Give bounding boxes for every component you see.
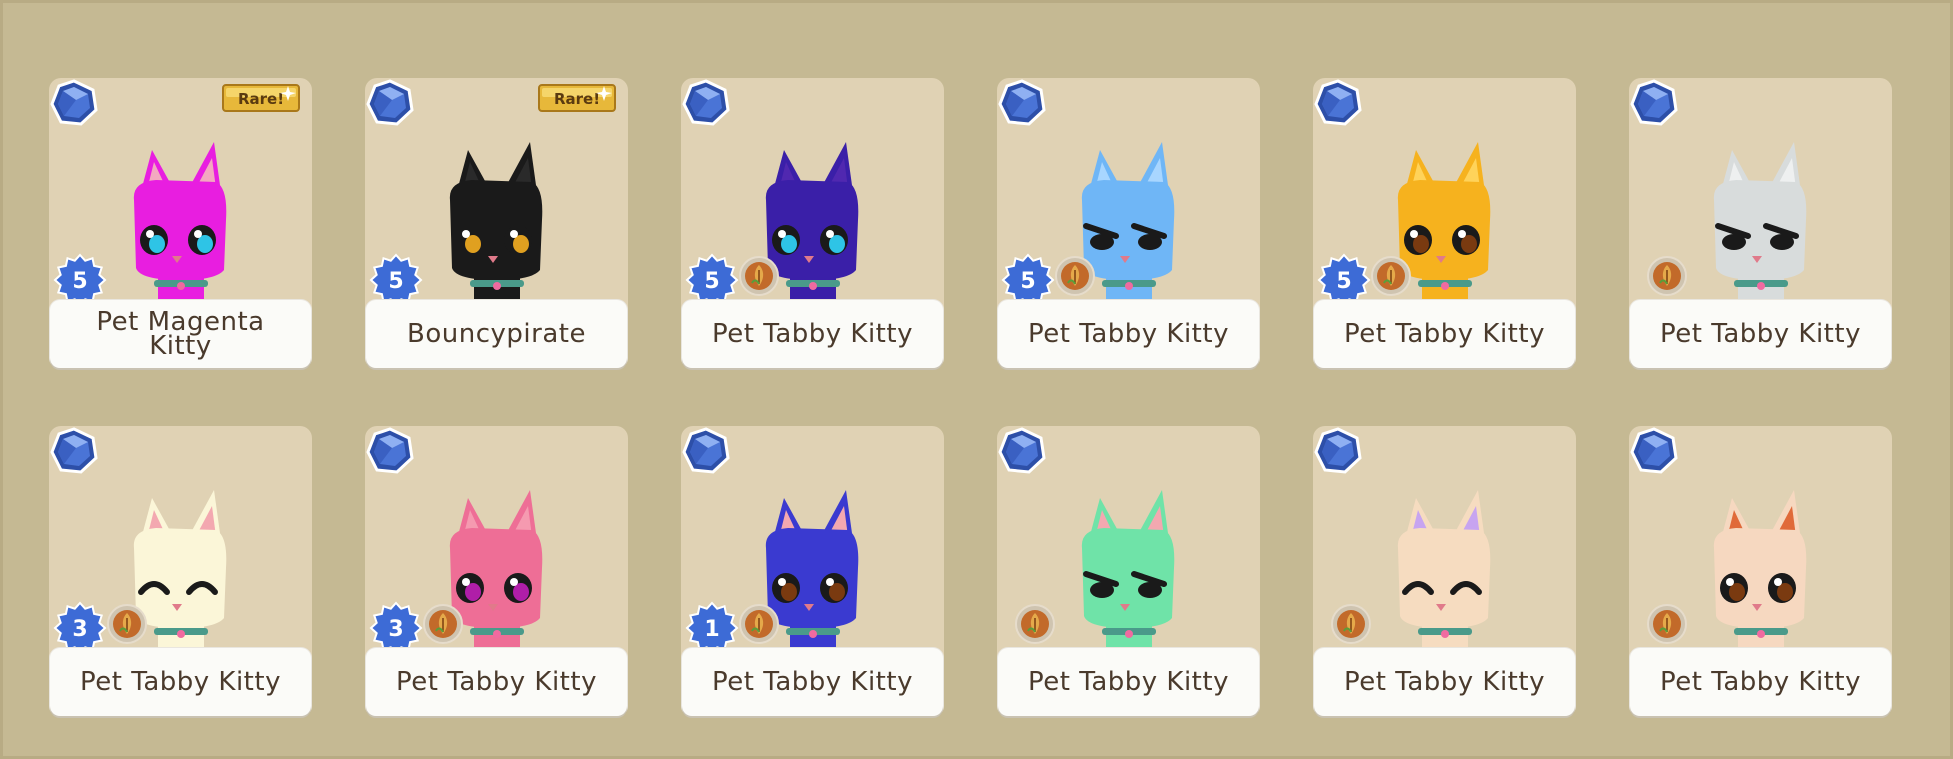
gem-icon — [1313, 426, 1363, 476]
level-badge: 5 — [369, 253, 423, 307]
pet-card[interactable]: 5 Pet Tabby Kitty — [997, 78, 1260, 368]
pet-name: Pet Tabby Kitty — [1028, 667, 1229, 697]
magenta-kitty-icon — [106, 130, 256, 310]
pet-name: Pet Tabby Kitty — [712, 319, 913, 349]
pet-card[interactable]: Pet Tabby Kitty — [1313, 426, 1576, 716]
level-badge: 5 — [685, 253, 739, 307]
pet-card[interactable]: 1 Pet Tabby Kitty — [681, 426, 944, 716]
gem-icon — [1313, 78, 1363, 128]
pet-name: Pet Tabby Kitty — [712, 667, 913, 697]
gem-icon — [49, 78, 99, 128]
pet-name-label: Pet Tabby Kitty — [1630, 300, 1891, 368]
pet-name-label: Pet Tabby Kitty — [682, 648, 943, 716]
pet-name: Pet Tabby Kitty — [1344, 667, 1545, 697]
fertilizer-icon — [739, 256, 779, 296]
gem-icon — [49, 426, 99, 476]
pet-card[interactable]: Rare! 5 Pet Magenta Kitty — [49, 78, 312, 368]
gem-icon — [1629, 78, 1679, 128]
gem-icon — [365, 78, 415, 128]
fertilizer-icon — [423, 604, 463, 644]
fertilizer-icon — [1015, 604, 1055, 644]
level-badge: 5 — [53, 253, 107, 307]
svg-text:Rare!: Rare! — [554, 90, 600, 108]
svg-text:3: 3 — [72, 617, 87, 642]
pet-name: Pet Tabby Kitty — [1344, 319, 1545, 349]
rare-badge-icon: Rare! — [222, 84, 300, 112]
black-kitty-icon — [422, 130, 572, 310]
pet-card[interactable]: Pet Tabby Kitty — [997, 426, 1260, 716]
gem-icon — [997, 426, 1047, 476]
pet-card[interactable]: Pet Tabby Kitty — [1629, 78, 1892, 368]
pet-name: Bouncypirate — [407, 319, 586, 349]
fertilizer-icon — [1331, 604, 1371, 644]
svg-text:5: 5 — [1336, 269, 1351, 294]
fertilizer-icon — [1647, 604, 1687, 644]
fertilizer-icon — [1371, 256, 1411, 296]
fertilizer-icon — [1055, 256, 1095, 296]
rare-badge-icon: Rare! — [538, 84, 616, 112]
fertilizer-icon — [1647, 256, 1687, 296]
svg-text:5: 5 — [72, 269, 87, 294]
orange-tabby-kitty-icon — [1686, 478, 1836, 658]
pet-name: Pet Magenta Kitty — [96, 307, 265, 361]
svg-text:5: 5 — [388, 269, 403, 294]
pet-name-label: Pet Tabby Kitty — [1630, 648, 1891, 716]
pet-name-label: Pet Tabby Kitty — [998, 300, 1259, 368]
pet-name-label: Pet Tabby Kitty — [366, 648, 627, 716]
pet-card[interactable]: Pet Tabby Kitty — [1629, 426, 1892, 716]
mint-kitty-icon — [1054, 478, 1204, 658]
svg-text:Rare!: Rare! — [238, 90, 284, 108]
pet-grid: Rare! 5 Pet Magenta Kitty Rare! 5 Bouncy… — [49, 78, 1892, 716]
gem-icon — [681, 78, 731, 128]
gem-icon — [1629, 426, 1679, 476]
pet-inventory-panel: Rare! 5 Pet Magenta Kitty Rare! 5 Bouncy… — [0, 0, 1953, 759]
level-badge: 3 — [369, 601, 423, 655]
fertilizer-icon — [739, 604, 779, 644]
fertilizer-icon — [107, 604, 147, 644]
silver-kitty-icon — [1686, 130, 1836, 310]
pet-name: Pet Tabby Kitty — [1660, 667, 1861, 697]
pet-name-label: Pet Tabby Kitty — [1314, 300, 1575, 368]
pet-name-label: Pet Tabby Kitty — [50, 648, 311, 716]
pet-card[interactable]: 3 Pet Tabby Kitty — [49, 426, 312, 716]
pet-name-label: Pet Tabby Kitty — [1314, 648, 1575, 716]
pet-name: Pet Tabby Kitty — [80, 667, 281, 697]
pet-name-label: Pet Tabby Kitty — [682, 300, 943, 368]
pet-name-label: Pet Tabby Kitty — [998, 648, 1259, 716]
svg-text:5: 5 — [704, 269, 719, 294]
svg-text:5: 5 — [1020, 269, 1035, 294]
gem-icon — [997, 78, 1047, 128]
lilac-tabby-kitty-icon — [1370, 478, 1520, 658]
pet-card[interactable]: 5 Pet Tabby Kitty — [1313, 78, 1576, 368]
pet-card[interactable]: 3 Pet Tabby Kitty — [365, 426, 628, 716]
level-badge: 1 — [685, 601, 739, 655]
pet-name-label: Bouncypirate — [366, 300, 627, 368]
gem-icon — [681, 426, 731, 476]
pet-name: Pet Tabby Kitty — [1660, 319, 1861, 349]
pet-card[interactable]: Rare! 5 Bouncypirate — [365, 78, 628, 368]
level-badge: 3 — [53, 601, 107, 655]
level-badge: 5 — [1317, 253, 1371, 307]
svg-text:1: 1 — [704, 617, 719, 642]
pet-name: Pet Tabby Kitty — [1028, 319, 1229, 349]
pet-name: Pet Tabby Kitty — [396, 667, 597, 697]
level-badge: 5 — [1001, 253, 1055, 307]
pet-card[interactable]: 5 Pet Tabby Kitty — [681, 78, 944, 368]
pet-name-label: Pet Magenta Kitty — [50, 300, 311, 368]
gem-icon — [365, 426, 415, 476]
svg-text:3: 3 — [388, 617, 403, 642]
